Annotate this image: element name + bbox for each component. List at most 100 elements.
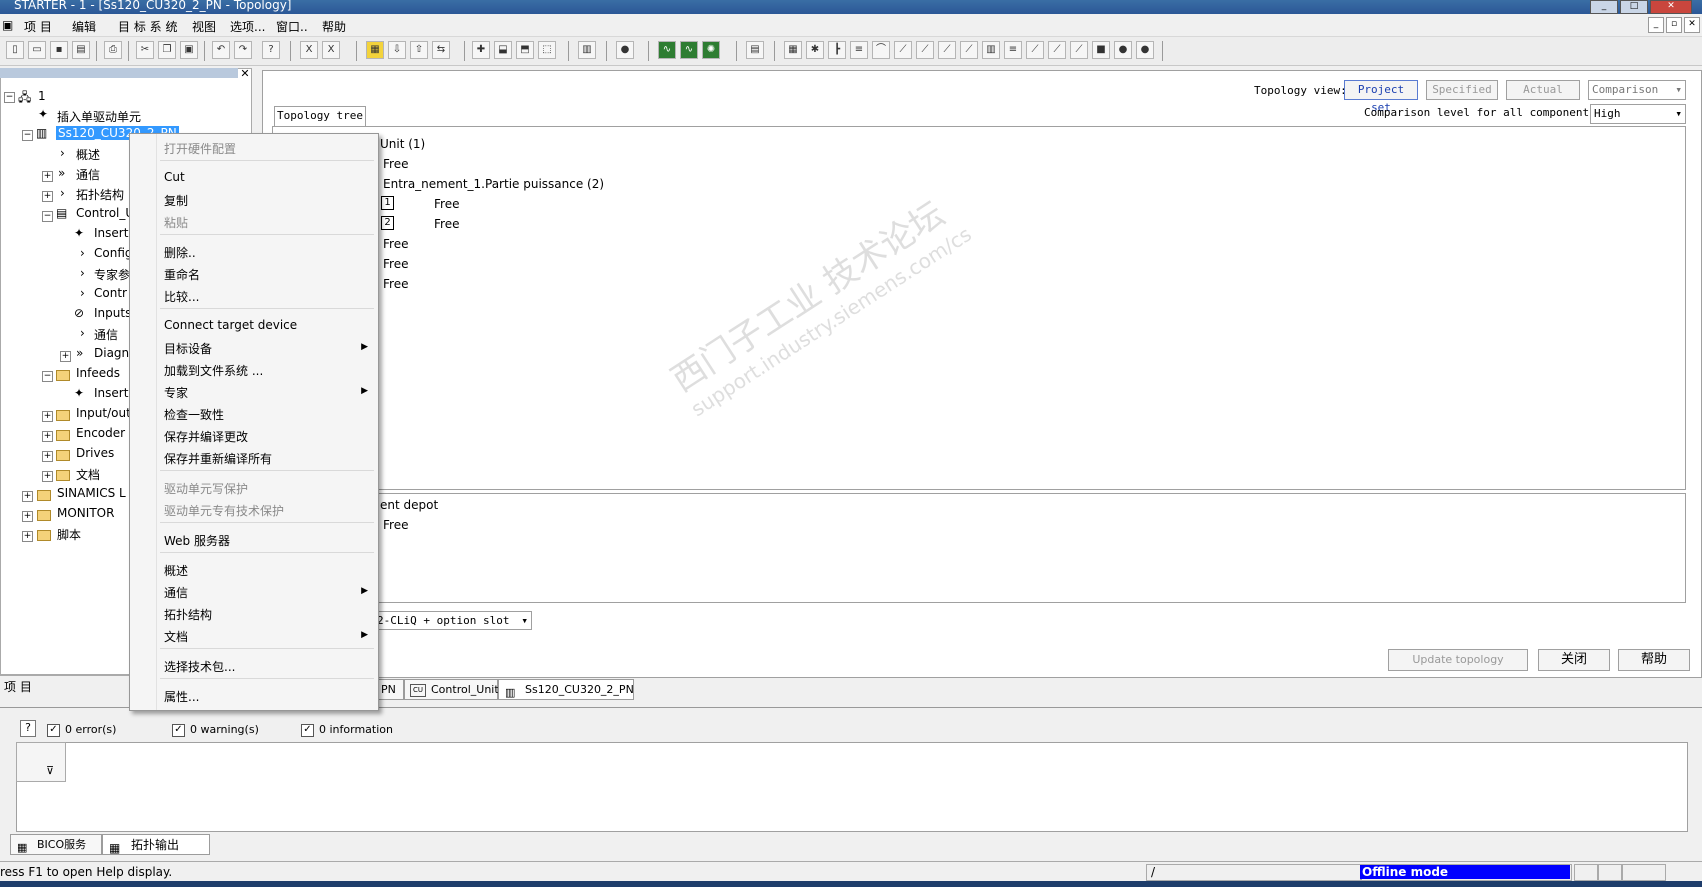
menu-item-web-server[interactable]: Web 服务器 bbox=[164, 532, 230, 549]
tab-topology-output[interactable]: ▦ 拓扑输出 bbox=[102, 834, 210, 855]
menu-item-copy[interactable]: 复制 bbox=[164, 192, 188, 209]
tree-item-input-output[interactable]: Input/out bbox=[76, 406, 131, 420]
tool-8-icon[interactable]: ⟋ bbox=[938, 41, 956, 59]
menu-view[interactable]: 视图 bbox=[192, 18, 216, 35]
tool-5-icon[interactable]: ⌒ bbox=[872, 41, 890, 59]
menu-project[interactable]: 项 目 bbox=[24, 18, 52, 35]
tool-10-icon[interactable]: ▥ bbox=[982, 41, 1000, 59]
tree-item-drives[interactable]: Drives bbox=[76, 446, 114, 460]
ram-rom-icon[interactable]: ⬚ bbox=[538, 41, 556, 59]
tree-item-documentation[interactable]: 文档 bbox=[76, 466, 100, 483]
tree-item-sinamics-lib[interactable]: SINAMICS L bbox=[57, 486, 126, 500]
close-button[interactable]: 关闭 bbox=[1538, 649, 1610, 671]
tool-14-icon[interactable]: ⟋ bbox=[1070, 41, 1088, 59]
topology-row-unit[interactable]: Unit (1) bbox=[380, 137, 425, 151]
expand-icon[interactable]: + bbox=[42, 191, 53, 202]
tree-item-insert[interactable]: Insert bbox=[94, 226, 128, 240]
close-icon[interactable]: ✕ bbox=[1650, 0, 1692, 14]
xe-icon[interactable]: X bbox=[322, 41, 340, 59]
topology-row-free[interactable]: Free bbox=[383, 157, 408, 171]
accessible-nodes-icon[interactable]: ▦ bbox=[366, 41, 384, 59]
menu-item-save-recompile-all[interactable]: 保存并重新编译所有 bbox=[164, 450, 272, 467]
menu-item-overview[interactable]: 概述 bbox=[164, 562, 188, 579]
mdi-close-icon[interactable]: ✕ bbox=[1684, 17, 1700, 33]
topology-row-free[interactable]: Free bbox=[383, 237, 408, 251]
help-icon[interactable]: ? bbox=[20, 720, 36, 737]
tree-item-overview[interactable]: 概述 bbox=[76, 146, 100, 163]
menu-item-expert[interactable]: 专家 bbox=[164, 384, 188, 401]
tree-item-config[interactable]: Config bbox=[94, 246, 133, 260]
new-icon[interactable]: ▯ bbox=[6, 41, 24, 59]
help-pointer-icon[interactable]: ? bbox=[262, 41, 280, 59]
connect-icon[interactable]: ✚ bbox=[472, 41, 490, 59]
topology-row-free[interactable]: Free bbox=[434, 217, 459, 231]
menu-item-select-technology-package[interactable]: 选择技术包... bbox=[164, 658, 235, 675]
tab-topology-tree[interactable]: Topology tree bbox=[274, 106, 366, 126]
load-pg-icon[interactable]: ⇧ bbox=[410, 41, 428, 59]
warnings-checkbox[interactable]: ✓ bbox=[172, 724, 185, 737]
undo-icon[interactable]: ↶ bbox=[212, 41, 230, 59]
expand-icon[interactable]: + bbox=[42, 471, 53, 482]
menu-item-paste[interactable]: 粘贴 bbox=[164, 214, 188, 231]
comparison-select[interactable]: Comparison ▾ bbox=[1588, 80, 1686, 100]
collapse-icon[interactable]: − bbox=[4, 92, 15, 103]
expand-icon[interactable]: + bbox=[22, 531, 33, 542]
menu-edit[interactable]: 编辑 bbox=[72, 18, 96, 35]
menu-target-system[interactable]: 目 标 系 统 bbox=[118, 18, 177, 35]
paste-icon[interactable]: ▣ bbox=[180, 41, 198, 59]
menu-item-delete[interactable]: 删除.. bbox=[164, 244, 196, 261]
menu-item-topology[interactable]: 拓扑结构 bbox=[164, 606, 212, 623]
filter-icon[interactable]: ⊽ bbox=[46, 764, 54, 777]
menu-item-communication[interactable]: 通信 bbox=[164, 584, 188, 601]
tree-item-scripts[interactable]: 脚本 bbox=[57, 526, 81, 543]
expand-icon[interactable]: + bbox=[60, 351, 71, 362]
tool-13-icon[interactable]: ⟋ bbox=[1048, 41, 1066, 59]
compare-icon[interactable]: ⇆ bbox=[432, 41, 450, 59]
control-panel-icon[interactable]: ● bbox=[616, 41, 634, 59]
minimize-icon[interactable]: _ bbox=[1590, 0, 1618, 14]
collapse-icon[interactable]: − bbox=[42, 211, 53, 222]
update-topology-button[interactable]: Update topology bbox=[1388, 649, 1528, 671]
tree-item-communication[interactable]: 通信 bbox=[76, 166, 100, 183]
errors-checkbox[interactable]: ✓ bbox=[47, 724, 60, 737]
dcc-icon[interactable]: ▤ bbox=[746, 41, 764, 59]
topology-row-free[interactable]: Free bbox=[383, 277, 408, 291]
tool-12-icon[interactable]: ⟋ bbox=[1026, 41, 1044, 59]
save-icon[interactable]: ▪ bbox=[50, 41, 68, 59]
tree-item-infeeds[interactable]: Infeeds bbox=[76, 366, 120, 380]
maximize-icon[interactable]: □ bbox=[1620, 0, 1648, 14]
tree-item-insert-infeed[interactable]: Insert bbox=[94, 386, 128, 400]
menu-help[interactable]: 帮助 bbox=[322, 18, 346, 35]
menu-item-open-hw-config[interactable]: 打开硬件配置 bbox=[164, 140, 236, 157]
tool-15-icon[interactable]: ■ bbox=[1092, 41, 1110, 59]
load-cpu-icon[interactable]: ⇩ bbox=[388, 41, 406, 59]
tab-ss120[interactable]: ▥ Ss120_CU320_2_PN bbox=[498, 679, 634, 700]
tree-item-insert-drive-unit[interactable]: 插入单驱动单元 bbox=[57, 108, 141, 125]
tool-4-icon[interactable]: ≡ bbox=[850, 41, 868, 59]
topology-row-free[interactable]: Free bbox=[383, 257, 408, 271]
tool-17-icon[interactable]: ● bbox=[1136, 41, 1154, 59]
tree-root[interactable]: 1 bbox=[38, 89, 46, 103]
tool-11-icon[interactable]: ≡ bbox=[1004, 41, 1022, 59]
expand-icon[interactable]: + bbox=[22, 511, 33, 522]
expand-icon[interactable]: + bbox=[42, 431, 53, 442]
tree-item-inputs[interactable]: Inputs bbox=[94, 306, 131, 320]
menu-item-compare[interactable]: 比较... bbox=[164, 288, 199, 305]
menu-item-documentation[interactable]: 文档 bbox=[164, 628, 188, 645]
tree-item-topology[interactable]: 拓扑结构 bbox=[76, 186, 124, 203]
comparison-level-select[interactable]: High ▾ bbox=[1590, 104, 1686, 124]
tree-item-diagnostics[interactable]: Diagn bbox=[94, 346, 129, 360]
app-menu-icon[interactable]: ▣ bbox=[2, 18, 13, 32]
menu-item-connect-target[interactable]: Connect target device bbox=[164, 318, 297, 332]
copy-icon[interactable]: ❐ bbox=[158, 41, 176, 59]
tool-1-icon[interactable]: ▦ bbox=[784, 41, 802, 59]
tab-bico[interactable]: ▦ BICO服务 bbox=[10, 834, 102, 855]
cut-icon[interactable]: ✂ bbox=[136, 41, 154, 59]
scope-icon[interactable]: ✺ bbox=[702, 41, 720, 59]
print-icon[interactable]: ⎙ bbox=[104, 41, 122, 59]
actual-button[interactable]: Actual bbox=[1506, 80, 1580, 100]
depot-row-free[interactable]: Free bbox=[383, 518, 408, 532]
menu-item-rename[interactable]: 重命名 bbox=[164, 266, 200, 283]
menu-item-check-consistency[interactable]: 检查一致性 bbox=[164, 406, 224, 423]
menu-item-know-how-protection[interactable]: 驱动单元专有技术保护 bbox=[164, 502, 284, 519]
